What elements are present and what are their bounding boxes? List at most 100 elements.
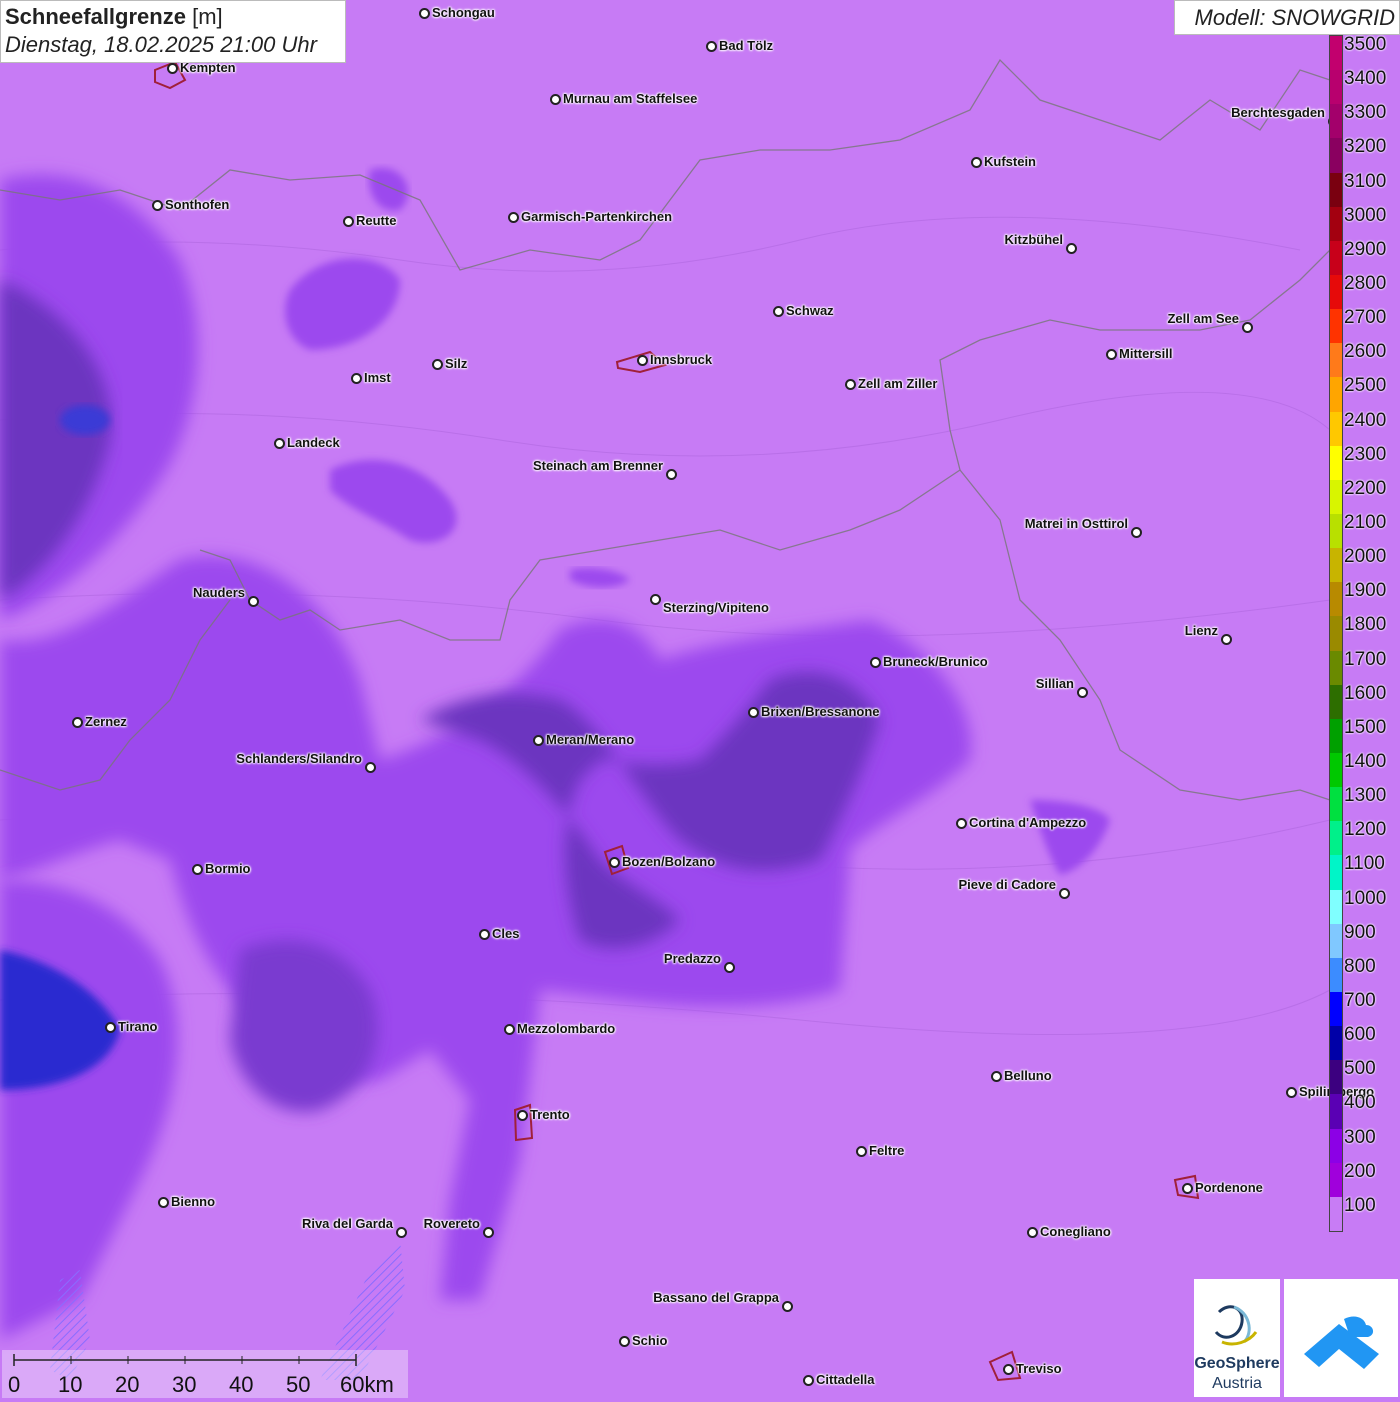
city-marker	[167, 63, 178, 74]
legend-swatch	[1330, 1162, 1342, 1197]
city-label: Conegliano	[1040, 1224, 1111, 1239]
legend-label: 3000	[1344, 204, 1387, 226]
city-marker	[666, 469, 677, 480]
scale-label: 30	[172, 1372, 197, 1397]
legend-label: 2100	[1344, 512, 1387, 533]
map-title: Schneefallgrenze [m]	[5, 3, 341, 31]
city-label: Mittersill	[1119, 346, 1173, 361]
city-marker	[533, 735, 544, 746]
legend-swatch	[1330, 479, 1342, 514]
city-marker	[419, 8, 430, 19]
city-label: Tirano	[118, 1019, 158, 1034]
map-title-unit: [m]	[192, 4, 223, 29]
city-label: Predazzo	[663, 951, 721, 966]
legend-label: 100	[1344, 1194, 1376, 1216]
city-label: Pieve di Cadore	[958, 877, 1056, 892]
legend-label: 2800	[1344, 273, 1387, 294]
city-label: Bassano del Grappa	[653, 1290, 779, 1305]
legend-label: 900	[1344, 921, 1376, 943]
city-marker	[343, 216, 354, 227]
city-marker	[706, 41, 717, 52]
map-title-main: Schneefallgrenze	[5, 4, 186, 29]
city-label: Schongau	[432, 5, 495, 20]
legend-label: 500	[1344, 1058, 1376, 1080]
geosphere-logo: GeoSphere Austria	[1194, 1279, 1280, 1397]
city-label: Zernez	[85, 714, 127, 729]
legend-swatch	[1330, 616, 1342, 651]
city-label: Cles	[492, 926, 520, 941]
legend-swatch	[1330, 343, 1342, 378]
legend-swatch	[1330, 1196, 1342, 1231]
legend-label: 2000	[1344, 546, 1387, 568]
city-marker	[1066, 243, 1077, 254]
city-label: Cittadella	[816, 1372, 875, 1387]
legend-label: 1400	[1344, 751, 1387, 772]
legend-swatch	[1330, 684, 1342, 719]
city-label: Landeck	[287, 435, 340, 450]
city-marker	[619, 1336, 630, 1347]
city-label: Kitzbühel	[1004, 232, 1064, 247]
city-label: Sonthofen	[165, 197, 230, 212]
city-marker	[1077, 687, 1088, 698]
city-label: Garmisch-Partenkirchen	[521, 209, 673, 224]
city-marker	[158, 1197, 169, 1208]
legend-swatch	[1330, 752, 1342, 788]
city-marker	[1106, 349, 1117, 360]
city-label: Murnau am Staffelsee	[563, 91, 698, 106]
legend-label: 2400	[1344, 409, 1387, 431]
city-marker	[396, 1227, 407, 1238]
city-label: Zell am See	[1167, 311, 1239, 326]
city-label: Cortina d'Ampezzo	[969, 815, 1087, 830]
city-label: Kufstein	[984, 154, 1036, 169]
city-label: Nauders	[192, 585, 245, 600]
city-label: Steinach am Brenner	[532, 458, 663, 473]
city-label: Trento	[530, 1107, 570, 1122]
legend-swatch	[1330, 1060, 1342, 1095]
city-marker	[1027, 1227, 1038, 1238]
city-marker	[508, 212, 519, 223]
legend-label: 2300	[1344, 443, 1387, 465]
city-marker	[351, 373, 362, 384]
legend-swatch	[1330, 718, 1342, 753]
city-label: Feltre	[869, 1143, 905, 1158]
legend-label: 3100	[1344, 170, 1387, 192]
scale-label: 20	[115, 1372, 140, 1397]
city-marker	[971, 157, 982, 168]
legend-label: 300	[1344, 1126, 1376, 1148]
city-label: Zell am Ziller	[858, 376, 938, 391]
city-marker	[192, 864, 203, 875]
legend-label: 3500	[1344, 34, 1387, 55]
city-marker	[504, 1024, 515, 1035]
snow-app-logo	[1284, 1279, 1398, 1397]
legend-label: 1800	[1344, 614, 1387, 636]
legend-swatch	[1330, 821, 1342, 856]
city-marker	[870, 657, 881, 668]
city-label: Schwaz	[786, 303, 834, 318]
city-label: Schlanders/Silandro	[236, 751, 362, 766]
city-marker	[1242, 322, 1253, 333]
city-marker	[773, 306, 784, 317]
legend-label: 400	[1344, 1092, 1376, 1114]
legend-label: 3200	[1344, 136, 1387, 158]
city-label: Silz	[445, 356, 468, 371]
legend-swatch	[1330, 172, 1342, 207]
city-marker	[609, 857, 620, 868]
city-label: Meran/Merano	[546, 732, 635, 747]
city-label: Belluno	[1004, 1068, 1052, 1083]
city-marker	[365, 762, 376, 773]
city-label: Sillian	[1035, 676, 1074, 691]
legend-label: 1300	[1344, 785, 1387, 807]
city-label: Reutte	[356, 213, 397, 228]
city-label: Treviso	[1016, 1361, 1062, 1376]
scale-label: 10	[58, 1372, 83, 1397]
legend-label: 2900	[1344, 238, 1387, 260]
city-marker	[845, 379, 856, 390]
city-marker	[248, 596, 259, 607]
legend-label: 1500	[1344, 716, 1387, 738]
city-marker	[479, 929, 490, 940]
legend-swatch	[1330, 650, 1342, 685]
city-marker	[782, 1301, 793, 1312]
legend-swatch	[1330, 309, 1342, 344]
legend-label: 2500	[1344, 375, 1387, 397]
city-label: Bruneck/Brunico	[883, 654, 988, 669]
